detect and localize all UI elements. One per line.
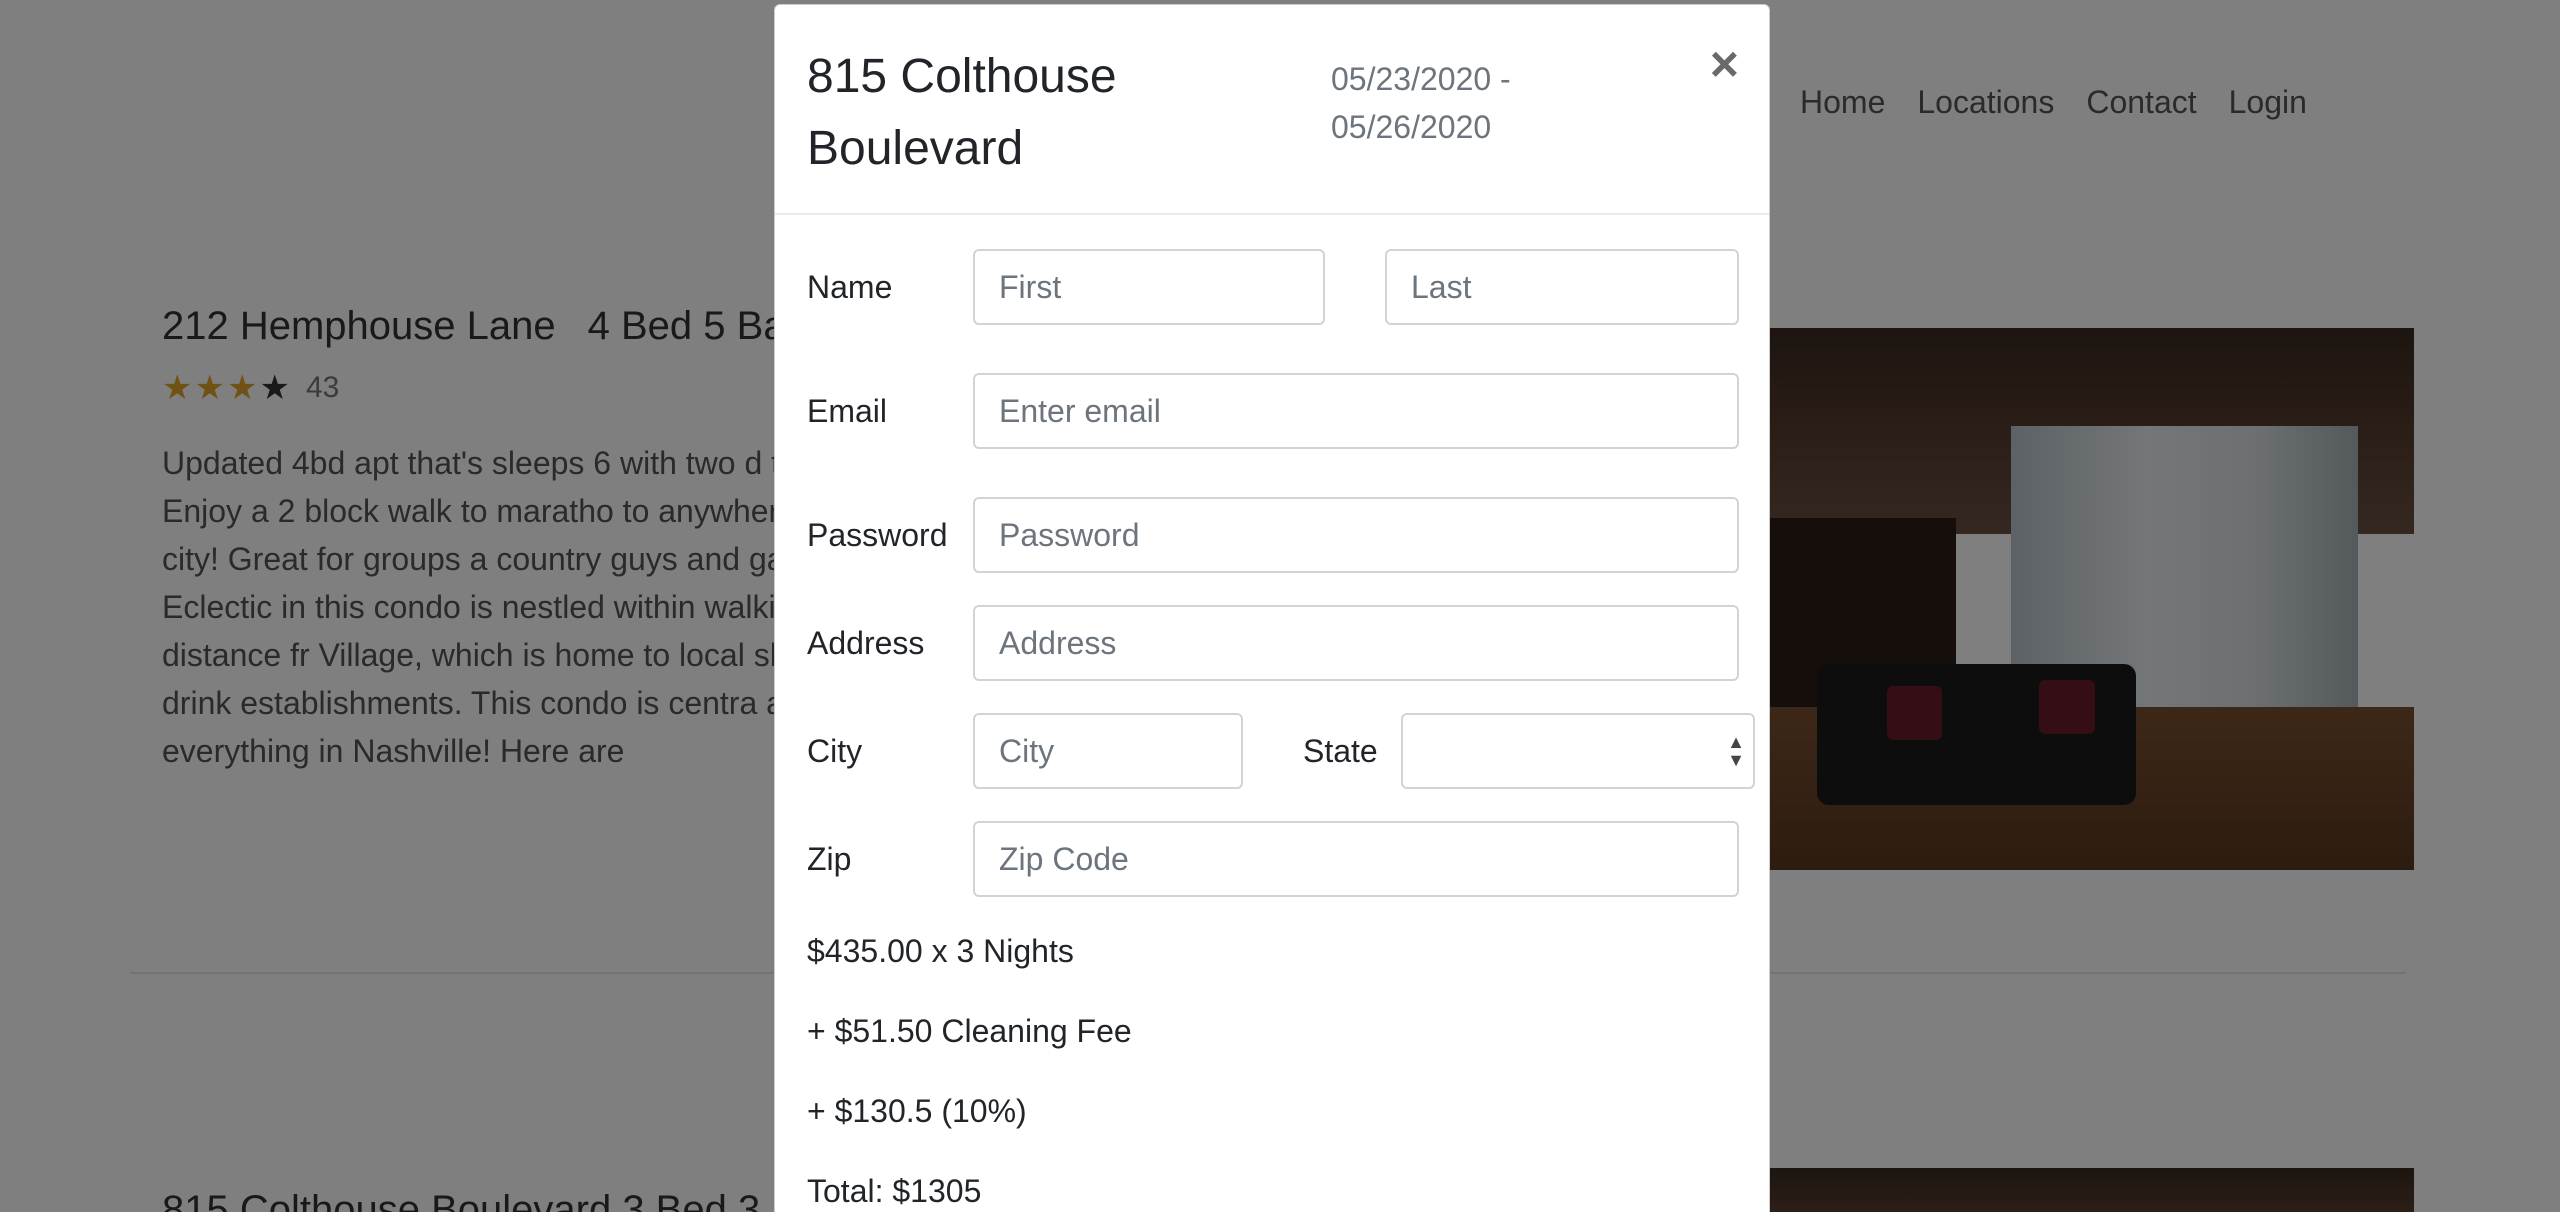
state-select[interactable]: ▲ ▼ <box>1401 713 1755 789</box>
nightly-rate: $435.00 x 3 Nights <box>807 933 1074 969</box>
city-input[interactable] <box>973 713 1243 789</box>
cleaning-fee: + $51.50 Cleaning Fee <box>807 1013 1132 1049</box>
name-label: Name <box>807 269 893 305</box>
first-name-input[interactable] <box>973 249 1325 325</box>
modal-header: 815 Colthouse Boulevard 05/23/2020 - 05/… <box>775 5 1769 215</box>
state-label: State <box>1303 733 1378 769</box>
total-price: Total: $1305 <box>807 1173 982 1209</box>
address-input[interactable] <box>973 605 1739 681</box>
booking-modal: 815 Colthouse Boulevard 05/23/2020 - 05/… <box>774 4 1770 1212</box>
modal-title: 815 Colthouse Boulevard <box>807 50 1117 175</box>
password-input[interactable] <box>973 497 1739 573</box>
password-label: Password <box>807 517 948 553</box>
zip-label: Zip <box>807 841 852 877</box>
last-name-input[interactable] <box>1385 249 1739 325</box>
close-icon[interactable]: × <box>1710 39 1739 89</box>
address-label: Address <box>807 625 925 661</box>
service-fee: + $130.5 (10%) <box>807 1093 1027 1129</box>
email-label: Email <box>807 393 888 429</box>
zip-input[interactable] <box>973 821 1739 897</box>
select-arrows-icon: ▲ ▼ <box>1727 732 1745 770</box>
booking-dates: 05/23/2020 - 05/26/2020 <box>1331 61 1511 145</box>
city-label: City <box>807 733 863 769</box>
email-input[interactable] <box>973 373 1739 449</box>
